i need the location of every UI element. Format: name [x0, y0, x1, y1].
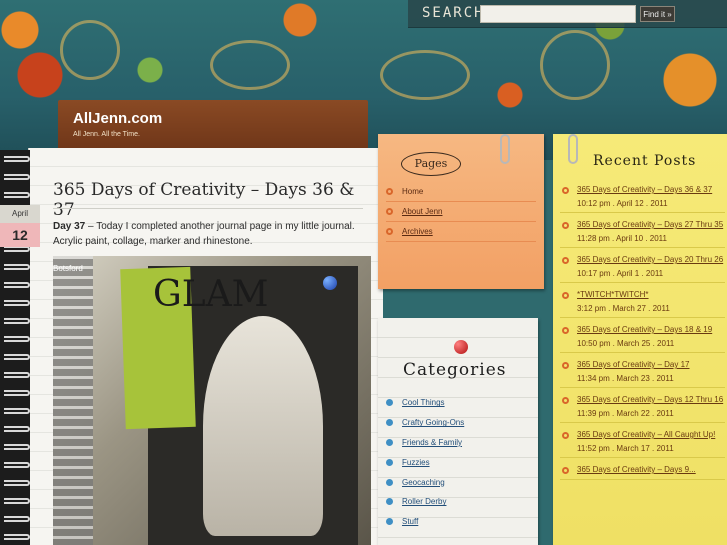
bullet-icon [386, 208, 393, 215]
list-item: 365 Days of Creativity – Days 12 Thru 16… [560, 393, 725, 423]
image-figure [203, 316, 323, 536]
bullet-icon [386, 498, 393, 506]
bullet-icon [386, 228, 393, 235]
bullet-icon [386, 188, 393, 195]
recent-post-date: 10:50 pm . March 25 . 2011 [577, 338, 675, 348]
recent-post-date: 3:12 pm . March 27 . 2011 [577, 303, 670, 313]
decorative-flourish [380, 50, 470, 100]
post-image[interactable]: GLAM Botsford [53, 256, 371, 545]
bullet-icon [386, 419, 393, 427]
post-body-text: – Today I completed another journal page… [53, 221, 355, 247]
decorative-flourish [60, 20, 120, 80]
categories-heading: Categories [403, 360, 507, 380]
recent-post-link[interactable]: *TWITCH*TWITCH* [577, 290, 649, 299]
list-item: Home [386, 182, 536, 202]
pages-list: Home About Jenn Archives [386, 182, 536, 242]
recent-posts-heading: Recent Posts [593, 153, 697, 169]
list-item: 365 Days of Creativity – Days 36 & 37 10:… [560, 183, 725, 213]
image-journal-spiral [53, 256, 93, 545]
category-link[interactable]: Cool Things [402, 398, 445, 407]
list-item: 365 Days of Creativity – Days 20 Thru 26… [560, 253, 725, 283]
site-title[interactable]: AllJenn.com [73, 110, 162, 127]
recent-post-link[interactable]: 365 Days of Creativity – All Caught Up! [577, 430, 715, 439]
bullet-icon [562, 187, 569, 194]
bullet-icon [386, 478, 393, 486]
list-item: *TWITCH*TWITCH* 3:12 pm . March 27 . 2011 [560, 288, 725, 318]
recent-post-date: 11:28 pm . April 10 . 2011 [577, 233, 667, 243]
divider [53, 208, 363, 209]
category-link[interactable]: Fuzzies [402, 458, 430, 467]
pages-link-home[interactable]: Home [402, 187, 423, 196]
search-input[interactable] [480, 5, 636, 23]
list-item: 365 Days of Creativity – Days 9... [560, 463, 725, 480]
pushpin-icon [454, 340, 468, 354]
pages-link-about[interactable]: About Jenn [402, 207, 442, 216]
recent-post-link[interactable]: 365 Days of Creativity – Days 9... [577, 465, 696, 474]
list-item: About Jenn [386, 202, 536, 222]
pages-link-archives[interactable]: Archives [402, 227, 433, 236]
recent-post-date: 11:52 pm . March 17 . 2011 [577, 443, 674, 453]
category-link[interactable]: Roller Derby [402, 497, 446, 506]
list-item: 365 Days of Creativity – Days 27 Thru 35… [560, 218, 725, 248]
category-link[interactable]: Friends & Family [402, 438, 462, 447]
categories-list: Cool Things Crafty Going-Ons Friends & F… [386, 393, 536, 532]
bullet-icon [562, 397, 569, 404]
site-tagline: All Jenn. All the Time. [73, 131, 140, 138]
recent-post-link[interactable]: 365 Days of Creativity – Days 20 Thru 26 [577, 255, 723, 264]
pages-heading: Pages [401, 152, 461, 176]
decorative-flourish [540, 30, 610, 100]
bullet-icon [562, 467, 569, 474]
paperclip-icon [568, 134, 578, 164]
list-item: Geocaching [386, 472, 536, 492]
recent-post-date: 11:34 pm . March 23 . 2011 [577, 373, 674, 383]
find-it-button[interactable]: Find it » [640, 6, 675, 22]
category-link[interactable]: Stuff [402, 517, 418, 526]
post-title[interactable]: 365 Days of Creativity – Days 36 & 37 [53, 180, 363, 220]
recent-posts-list: 365 Days of Creativity – Days 36 & 37 10:… [560, 183, 725, 485]
category-link[interactable]: Geocaching [402, 478, 445, 487]
bullet-icon [386, 458, 393, 466]
site-title-plate: AllJenn.com All Jenn. All the Time. [58, 100, 368, 152]
list-item: Archives [386, 222, 536, 242]
bullet-icon [386, 518, 393, 526]
list-item: 365 Days of Creativity – Days 18 & 19 10:… [560, 323, 725, 353]
list-item: 365 Days of Creativity – Day 17 11:34 pm … [560, 358, 725, 388]
post-date-day: 12 [0, 223, 40, 247]
category-link[interactable]: Crafty Going-Ons [402, 418, 464, 427]
recent-post-link[interactable]: 365 Days of Creativity – Day 17 [577, 360, 690, 369]
paperclip-icon [500, 134, 510, 164]
pages-widget: Pages Home About Jenn Archives [378, 134, 544, 289]
bullet-icon [562, 362, 569, 369]
recent-post-date: 11:39 pm . March 22 . 2011 [577, 408, 674, 418]
bullet-icon [562, 292, 569, 299]
bullet-icon [562, 327, 569, 334]
bullet-icon [562, 257, 569, 264]
list-item: Friends & Family [386, 433, 536, 453]
recent-post-link[interactable]: 365 Days of Creativity – Days 27 Thru 35 [577, 220, 723, 229]
decorative-flourish [210, 40, 290, 90]
post-date-month: April [0, 205, 40, 223]
bullet-icon [562, 432, 569, 439]
post-body: Day 37 – Today I completed another journ… [53, 219, 365, 249]
list-item: Crafty Going-Ons [386, 413, 536, 433]
image-glam-word: GLAM [153, 276, 269, 314]
bullet-icon [386, 399, 393, 407]
rhinestone-icon [323, 276, 337, 290]
search-label: SEARCH [422, 5, 485, 21]
recent-post-link[interactable]: 365 Days of Creativity – Days 36 & 37 [577, 185, 712, 194]
list-item: Cool Things [386, 393, 536, 413]
bullet-icon [562, 222, 569, 229]
bullet-icon [386, 438, 393, 446]
recent-post-link[interactable]: 365 Days of Creativity – Days 18 & 19 [577, 325, 712, 334]
post-body-lead: Day 37 [53, 221, 86, 232]
recent-post-date: 10:17 pm . April 1 . 2011 [577, 268, 664, 278]
list-item: Fuzzies [386, 452, 536, 472]
post-date-badge: April 12 [0, 205, 40, 247]
list-item: Roller Derby [386, 492, 536, 512]
recent-post-date: 10:12 pm . April 12 . 2011 [577, 198, 668, 208]
image-label: Botsford [53, 264, 83, 273]
recent-post-link[interactable]: 365 Days of Creativity – Days 12 Thru 16 [577, 395, 723, 404]
list-item: Stuff [386, 512, 536, 532]
list-item: 365 Days of Creativity – All Caught Up! 1… [560, 428, 725, 458]
